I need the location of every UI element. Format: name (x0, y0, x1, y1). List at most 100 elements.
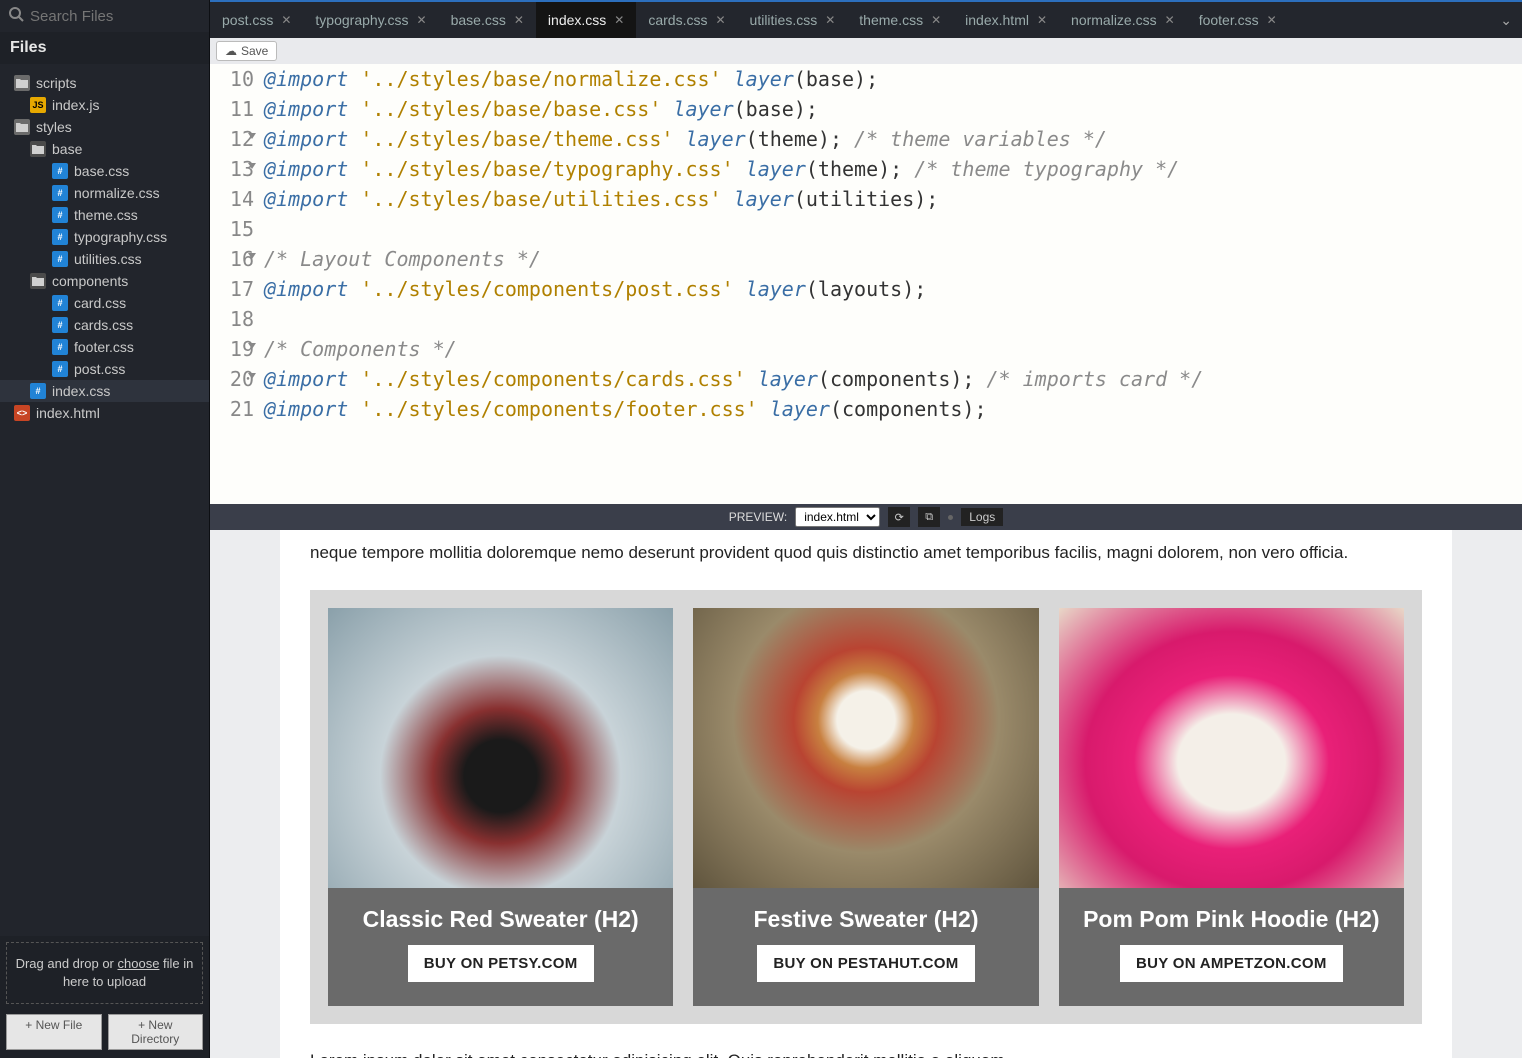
code-line[interactable]: @import '../styles/base/utilities.css' l… (264, 184, 1522, 214)
save-button[interactable]: ☁ Save (216, 41, 277, 61)
tree-item-base-css[interactable]: #base.css (0, 160, 209, 182)
tree-item-label: index.html (36, 405, 100, 421)
tree-item-base[interactable]: base (0, 138, 209, 160)
new-directory-button[interactable]: + New Directory (108, 1014, 204, 1050)
tab-post-css[interactable]: post.css✕ (210, 2, 303, 38)
tree-item-card-css[interactable]: #card.css (0, 292, 209, 314)
close-icon[interactable]: ✕ (1037, 13, 1047, 27)
gutter-line: 14 (210, 184, 254, 214)
tab-theme-css[interactable]: theme.css ✕ (847, 2, 953, 38)
code-line[interactable]: /* Layout Components */ (264, 244, 1522, 274)
code-line[interactable]: @import '../styles/base/typography.css' … (264, 154, 1522, 184)
preview-paragraph-bottom: Lorem ipsum dolor sit amet consectetur a… (310, 1048, 1422, 1058)
tree-item-footer-css[interactable]: #footer.css (0, 336, 209, 358)
code-line[interactable]: @import '../styles/base/theme.css' layer… (264, 124, 1522, 154)
tab-utilities-css[interactable]: utilities.css✕ (738, 2, 848, 38)
gutter-line: 20 (210, 364, 254, 394)
drop-text: Drag and drop or (16, 956, 118, 971)
code-line[interactable] (264, 214, 1522, 244)
css-file-icon: # (52, 185, 68, 201)
tree-item-typography-css[interactable]: #typography.css (0, 226, 209, 248)
card-image (328, 608, 673, 888)
fold-icon[interactable] (248, 343, 256, 349)
preview-file-select[interactable]: index.html (795, 507, 880, 527)
tree-item-index-js[interactable]: JSindex.js (0, 94, 209, 116)
buy-button[interactable]: BUY ON PETSY.COM (408, 945, 594, 982)
code-line[interactable]: @import '../styles/components/footer.css… (264, 394, 1522, 424)
tab-typography-css[interactable]: typography.css✕ (303, 2, 438, 38)
preview-label: PREVIEW: (729, 510, 787, 524)
folder-icon (14, 119, 30, 135)
tabs-overflow-icon[interactable]: ⌄ (1490, 12, 1522, 29)
card-image (1059, 608, 1404, 888)
tree-item-components[interactable]: components (0, 270, 209, 292)
code-line[interactable]: /* Components */ (264, 334, 1522, 364)
close-icon[interactable]: ✕ (931, 13, 941, 27)
tree-item-normalize-css[interactable]: # normalize.css (0, 182, 209, 204)
refresh-icon[interactable]: ⟳ (888, 507, 910, 527)
close-icon[interactable]: ✕ (715, 13, 725, 27)
popout-icon[interactable]: ⧉ (918, 507, 940, 527)
close-icon[interactable]: ✕ (614, 13, 624, 27)
close-icon[interactable]: ✕ (1267, 13, 1277, 27)
tree-item-theme-css[interactable]: #theme.css (0, 204, 209, 226)
search-input[interactable] (30, 8, 229, 25)
tab-cards-css[interactable]: cards.css ✕ (636, 2, 737, 38)
tab-index-html[interactable]: index.html✕ (953, 2, 1059, 38)
code-line[interactable]: @import '../styles/components/cards.css'… (264, 364, 1522, 394)
js-file-icon: JS (30, 97, 46, 113)
folder-icon (30, 273, 46, 289)
css-file-icon: # (52, 251, 68, 267)
new-file-button[interactable]: + New File (6, 1014, 102, 1050)
tab-label: cards.css (648, 12, 707, 28)
product-card: Classic Red Sweater (H2)BUY ON PETSY.COM (328, 608, 673, 1006)
tree-item-label: utilities.css (74, 251, 142, 267)
tab-base-css[interactable]: base.css✕ (439, 2, 536, 38)
card-title: Pom Pom Pink Hoodie (H2) (1073, 888, 1389, 945)
tab-footer-css[interactable]: footer.css✕ (1187, 2, 1289, 38)
css-file-icon: # (52, 163, 68, 179)
tree-item-styles[interactable]: styles (0, 116, 209, 138)
gutter-line: 10 (210, 64, 254, 94)
drop-zone[interactable]: Drag and drop or choose file in here to … (6, 942, 203, 1004)
product-card: Pom Pom Pink Hoodie (H2)BUY ON AMPETZON.… (1059, 608, 1404, 1006)
tree-item-post-css[interactable]: #post.css (0, 358, 209, 380)
code-line[interactable] (264, 304, 1522, 334)
close-icon[interactable]: ✕ (417, 13, 427, 27)
buy-button[interactable]: BUY ON PESTAHUT.COM (757, 945, 974, 982)
tree-item-index-html[interactable]: <>index.html (0, 402, 209, 424)
tab-index-css[interactable]: index.css✕ (536, 0, 636, 38)
tree-item-scripts[interactable]: scripts (0, 72, 209, 94)
tree-item-cards-css[interactable]: #cards.css (0, 314, 209, 336)
fold-icon[interactable] (248, 163, 256, 169)
close-icon[interactable]: ✕ (281, 13, 291, 27)
tree-item-label: styles (36, 119, 72, 135)
buy-button[interactable]: BUY ON AMPETZON.COM (1120, 945, 1343, 982)
tree-item-index-css[interactable]: #index.css (0, 380, 209, 402)
tree-item-label: theme.css (74, 207, 138, 223)
tree-item-label: normalize.css (74, 185, 160, 201)
tab-normalize-css[interactable]: normalize.css✕ (1059, 2, 1187, 38)
code-area[interactable]: @import '../styles/base/normalize.css' l… (264, 64, 1522, 504)
code-line[interactable]: @import '../styles/base/base.css' layer(… (264, 94, 1522, 124)
gutter-line: 17 (210, 274, 254, 304)
tree-item-utilities-css[interactable]: # utilities.css (0, 248, 209, 270)
preview-pane[interactable]: neque tempore mollitia doloremque nemo d… (210, 530, 1522, 1058)
choose-link[interactable]: choose (118, 956, 160, 971)
tab-bar: post.css✕typography.css✕base.css✕index.c… (210, 0, 1522, 38)
css-file-icon: # (52, 295, 68, 311)
code-line[interactable]: @import '../styles/components/post.css' … (264, 274, 1522, 304)
close-icon[interactable]: ✕ (1165, 13, 1175, 27)
fold-icon[interactable] (248, 253, 256, 259)
fold-icon[interactable] (248, 373, 256, 379)
fold-icon[interactable] (248, 133, 256, 139)
code-line[interactable]: @import '../styles/base/normalize.css' l… (264, 64, 1522, 94)
tree-item-label: base (52, 141, 82, 157)
css-file-icon: # (30, 383, 46, 399)
close-icon[interactable]: ✕ (514, 13, 524, 27)
close-icon[interactable]: ✕ (825, 13, 835, 27)
code-editor[interactable]: 101112131415161718192021 @import '../sty… (210, 64, 1522, 504)
tab-label: theme.css (859, 12, 923, 28)
search-icon (8, 6, 24, 26)
logs-button[interactable]: Logs (961, 508, 1003, 526)
